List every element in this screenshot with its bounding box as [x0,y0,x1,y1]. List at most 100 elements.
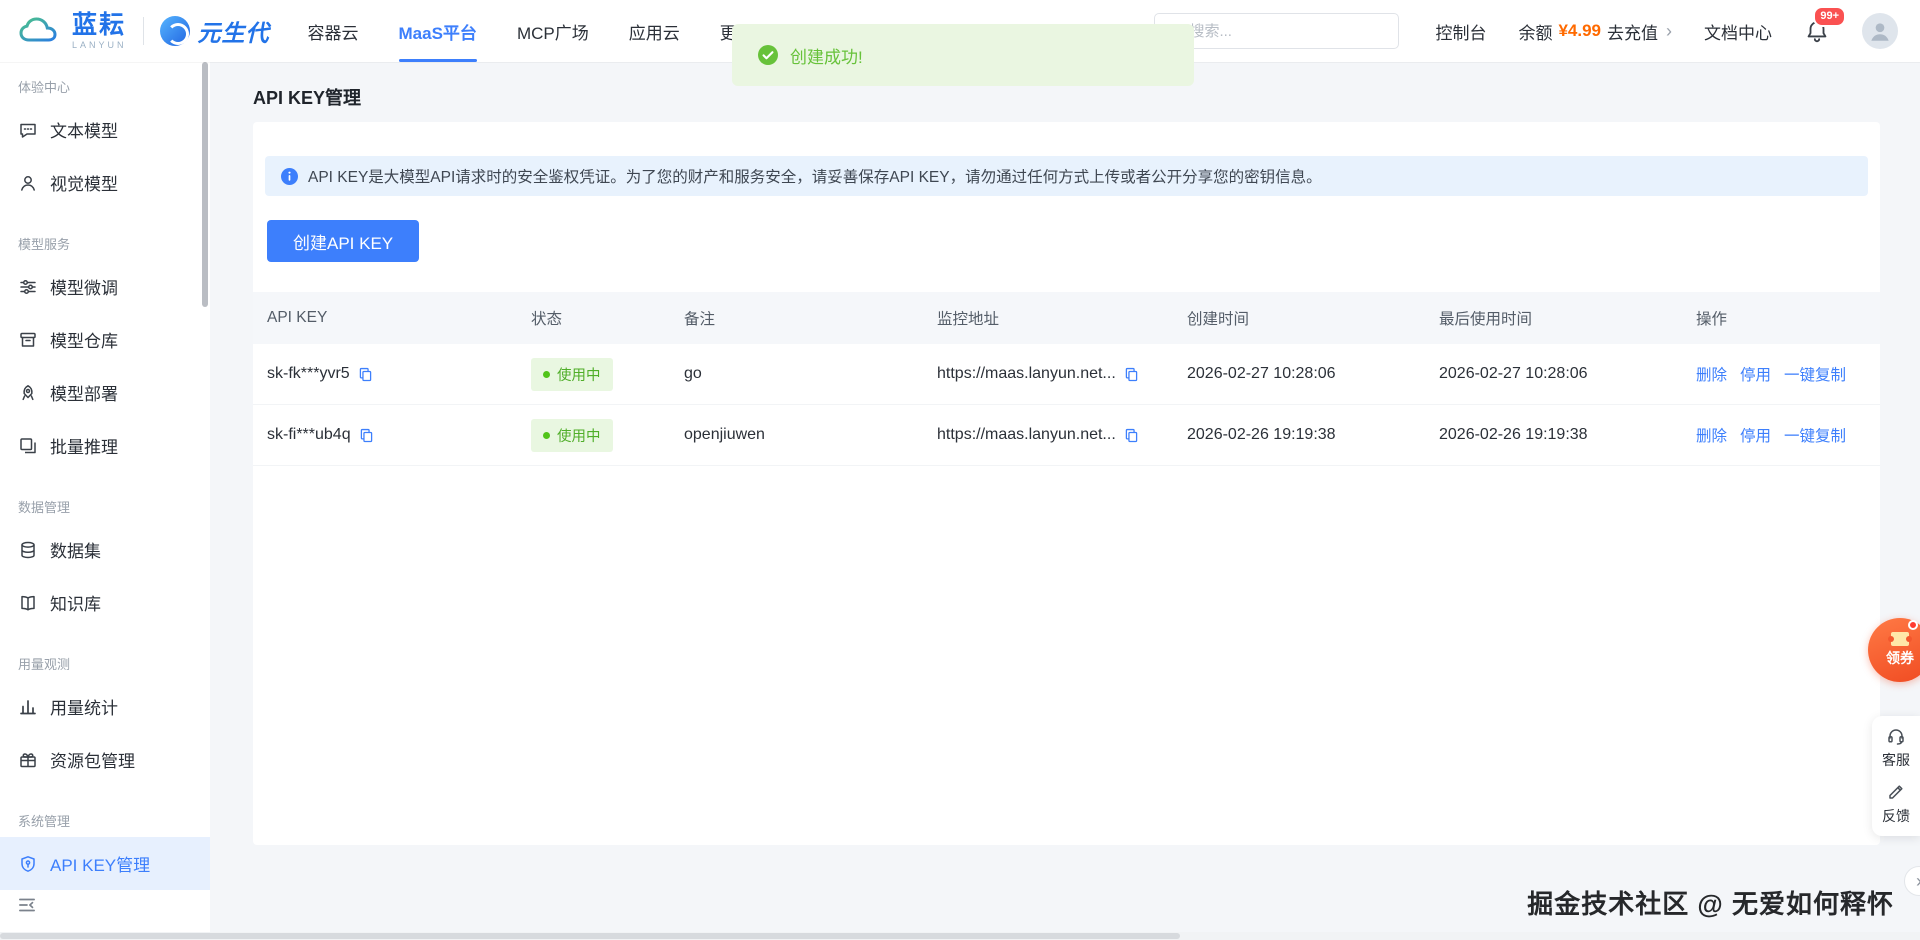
disable-link[interactable]: 停用 [1740,363,1771,385]
status-dot-icon [543,371,550,378]
delete-link[interactable]: 删除 [1696,424,1727,446]
navbar-right: 控制台 余额 ¥4.99 去充值 › 文档中心 99+ [1435,13,1898,49]
gift-icon [18,750,38,770]
api-key-table: API KEY 状态 备注 监控地址 创建时间 最后使用时间 操作 sk-fk*… [253,292,1880,466]
sidebar-item-label: 用量统计 [50,694,118,719]
recharge-chevron-icon: › [1666,21,1672,42]
sidebar-item-text-model[interactable]: 文本模型 [0,103,210,156]
console-link[interactable]: 控制台 [1435,19,1486,44]
sidebar-item-finetune[interactable]: 模型微调 [0,260,210,313]
sidebar-item-label: 资源包管理 [50,747,135,772]
balance-amount: ¥4.99 [1558,21,1601,41]
info-icon [281,168,298,185]
sidebar-item-label: 模型仓库 [50,327,118,352]
copy-icon[interactable] [358,427,375,444]
product-logo-icon [160,16,190,46]
copy-all-link[interactable]: 一键复制 [1784,424,1846,446]
created-time: 2026-02-26 19:19:38 [1187,426,1336,444]
sidebar-item-model-repo[interactable]: 模型仓库 [0,313,210,366]
sidebar-scrollbar-thumb[interactable] [202,62,208,307]
sidebar-item-label: 文本模型 [50,117,118,142]
sliders-icon [18,277,38,297]
notification-badge: 99+ [1813,6,1846,27]
product-logo[interactable]: 元生代 [160,14,270,48]
feedback-button[interactable]: 反馈 [1872,782,1920,826]
bar-chart-icon [18,697,38,717]
copy-icon[interactable] [1123,366,1140,383]
sidebar-item-api-key[interactable]: API KEY管理 [0,837,210,890]
docs-link[interactable]: 文档中心 [1704,19,1772,44]
created-time: 2026-02-27 10:28:06 [1187,365,1336,383]
feedback-label: 反馈 [1882,806,1910,826]
sidebar-collapse-icon[interactable] [16,894,38,916]
sidebar-section-model-service: 模型服务 [18,234,210,253]
disable-link[interactable]: 停用 [1740,424,1771,446]
sidebar-item-vision-model[interactable]: 视觉模型 [0,156,210,209]
horizontal-scrollbar[interactable] [0,932,1920,940]
chevron-right-icon: › [1916,871,1920,892]
watermark: 掘金技术社区 @ 无爱如何释怀 [1527,884,1894,921]
pencil-icon [1886,782,1906,802]
sidebar-item-label: 知识库 [50,590,101,615]
sidebar-item-knowledge-base[interactable]: 知识库 [0,576,210,629]
table-row: sk-fk***yvr5 使用中 go https://maas.lanyun.… [253,344,1880,405]
layout: 体验中心 文本模型 视觉模型 模型服务 模型微调 模型仓库 模型部署 批量推理 … [0,62,1920,932]
customer-service-label: 客服 [1882,750,1910,770]
sidebar-item-batch-inference[interactable]: 批量推理 [0,419,210,472]
chat-icon [18,120,38,140]
column-header-created: 创建时间 [1173,307,1425,329]
column-header-status: 状态 [517,307,670,329]
delete-link[interactable]: 删除 [1696,363,1727,385]
nav-item-mcp-market[interactable]: MCP广场 [517,0,589,62]
balance-widget[interactable]: 余额 ¥4.99 去充值 › [1518,19,1672,44]
user-icon [1867,18,1893,44]
column-header-monitor-url: 监控地址 [923,307,1173,329]
notifications-button[interactable]: 99+ [1804,18,1830,44]
nav-item-maas-platform[interactable]: MaaS平台 [399,0,477,62]
sidebar-section-system: 系统管理 [18,811,210,830]
column-header-api-key: API KEY [253,309,517,327]
nav-item-app-cloud[interactable]: 应用云 [629,0,680,62]
success-toast: 创建成功! [732,24,1194,86]
sidebar-item-resource-package[interactable]: 资源包管理 [0,733,210,786]
coupon-notification-dot [1908,620,1918,630]
column-header-last-used: 最后使用时间 [1425,307,1682,329]
brand-logo[interactable]: 蓝耘 LANYUN [18,13,127,50]
book-icon [18,593,38,613]
column-header-note: 备注 [670,307,923,329]
customer-service-button[interactable]: 客服 [1872,726,1920,770]
copy-icon[interactable] [1123,427,1140,444]
sidebar-item-deploy[interactable]: 模型部署 [0,366,210,419]
horizontal-scrollbar-thumb[interactable] [0,933,1180,939]
api-key-value: sk-fi***ub4q [267,426,351,444]
copy-icon[interactable] [357,366,374,383]
create-api-key-button[interactable]: 创建API KEY [267,220,419,262]
shield-key-icon [18,854,38,874]
sidebar-item-label: 视觉模型 [50,170,118,195]
status-badge: 使用中 [531,419,613,452]
sidebar-section-experience: 体验中心 [18,77,210,96]
main-content: API KEY管理 API KEY是大模型API请求时的安全鉴权凭证。为了您的财… [210,62,1920,932]
sidebar-item-label: 模型部署 [50,380,118,405]
table-row: sk-fi***ub4q 使用中 openjiuwen https://maas… [253,405,1880,466]
product-name: 元生代 [198,14,270,48]
vision-icon [18,173,38,193]
monitor-url-value: https://maas.lanyun.net... [937,365,1116,383]
sidebar-item-usage-stats[interactable]: 用量统计 [0,680,210,733]
sidebar-item-dataset[interactable]: 数据集 [0,523,210,576]
coupon-label: 领券 [1886,648,1914,668]
user-avatar[interactable] [1862,13,1898,49]
api-key-card: API KEY是大模型API请求时的安全鉴权凭证。为了您的财产和服务安全，请妥善… [253,122,1880,845]
sidebar: 体验中心 文本模型 视觉模型 模型服务 模型微调 模型仓库 模型部署 批量推理 … [0,62,210,932]
copy-all-link[interactable]: 一键复制 [1784,363,1846,385]
floating-panel: 客服 反馈 [1872,716,1920,836]
api-key-value: sk-fk***yvr5 [267,365,350,383]
brand-name: 蓝耘 LANYUN [72,13,127,50]
brand-name-cn: 蓝耘 [72,13,127,38]
nav-item-container-cloud[interactable]: 容器云 [308,0,359,62]
cloud-logo-icon [18,16,62,46]
brand-name-en: LANYUN [72,41,127,50]
success-check-icon [758,45,778,65]
recharge-link[interactable]: 去充值 [1607,19,1658,44]
database-icon [18,540,38,560]
